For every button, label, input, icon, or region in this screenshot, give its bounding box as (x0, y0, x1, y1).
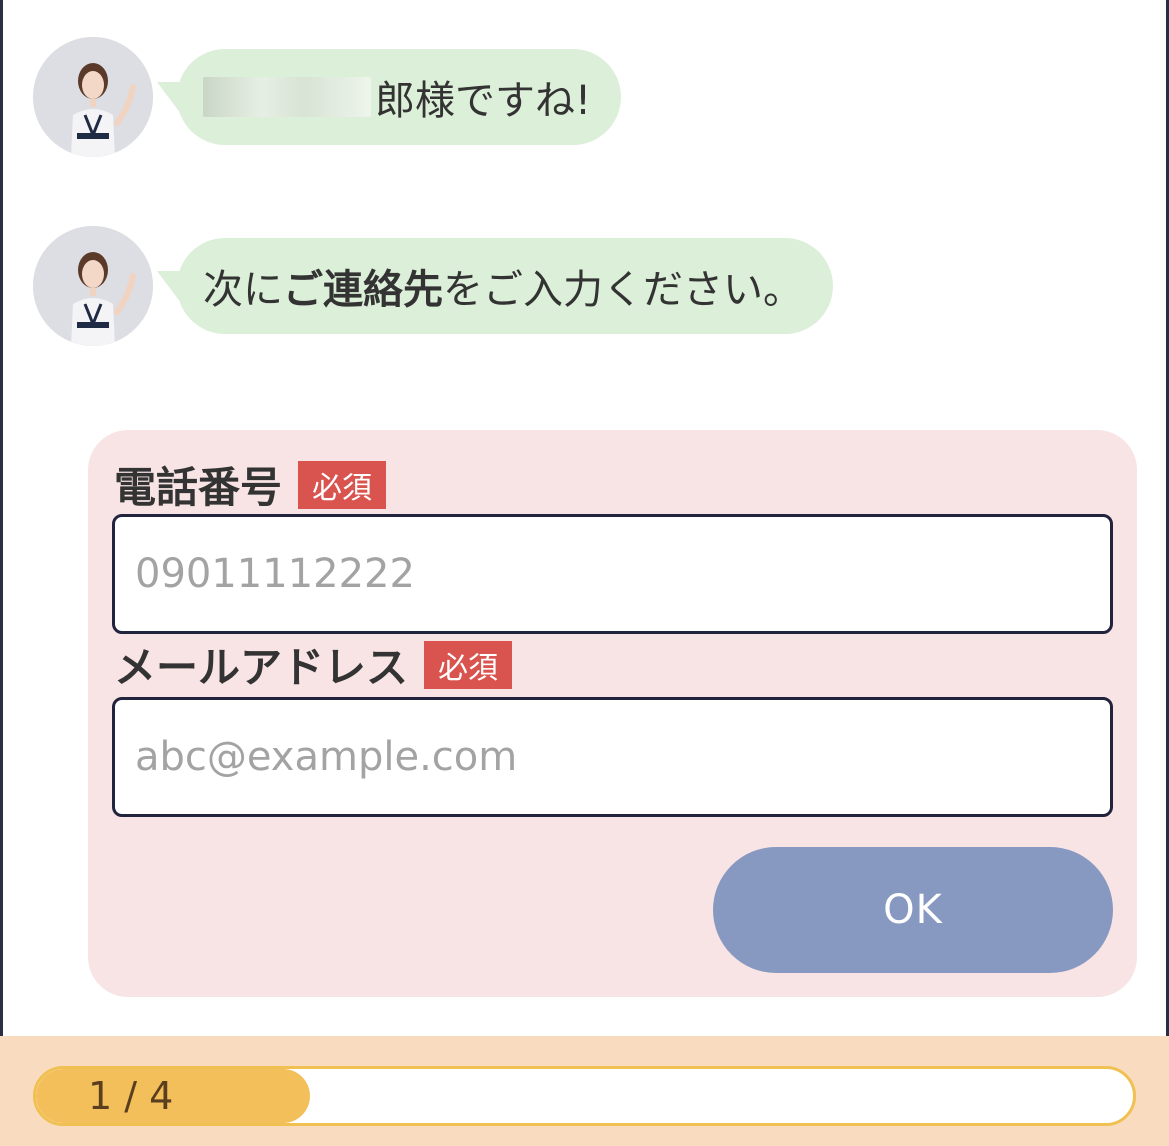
operator-avatar-icon (33, 226, 153, 346)
email-label-row: メールアドレス 必須 (114, 634, 513, 695)
email-input[interactable] (112, 697, 1113, 817)
phone-input[interactable] (112, 514, 1113, 634)
phone-label-row: 電話番号 必須 (114, 454, 387, 515)
contact-form: 電話番号 必須 メールアドレス 必須 OK (88, 430, 1137, 997)
chat-bubble-2-text-a: 次に (203, 267, 283, 313)
redacted-name (203, 77, 371, 117)
operator-avatar-image (33, 226, 153, 346)
progress-bar: 1 / 4 (33, 1066, 1136, 1126)
frame-border-left (0, 0, 3, 1040)
chat-bubble-2-emphasis: ご連絡先 (283, 267, 443, 313)
chat-bubble-2-text-b: をご入力ください。 (443, 267, 803, 313)
ok-button[interactable]: OK (713, 847, 1113, 973)
chat-message-2: 次に ご連絡先 をご入力ください。 (33, 226, 833, 346)
email-label: メールアドレス (114, 643, 409, 692)
operator-avatar-icon (33, 37, 153, 157)
email-required-badge: 必須 (424, 640, 513, 689)
phone-required-badge: 必須 (298, 460, 387, 509)
chat-bubble-1-text: 郎様ですね! (375, 78, 592, 124)
chat-bubble-1: 郎様ですね! (177, 49, 622, 145)
operator-avatar-image (33, 37, 153, 157)
progress-label: 1 / 4 (88, 1074, 174, 1118)
phone-label: 電話番号 (114, 463, 283, 512)
progress-footer: 1 / 4 (0, 1036, 1169, 1146)
chat-message-1: 郎様ですね! (33, 37, 622, 157)
chat-bubble-2: 次に ご連絡先 をご入力ください。 (177, 238, 833, 334)
